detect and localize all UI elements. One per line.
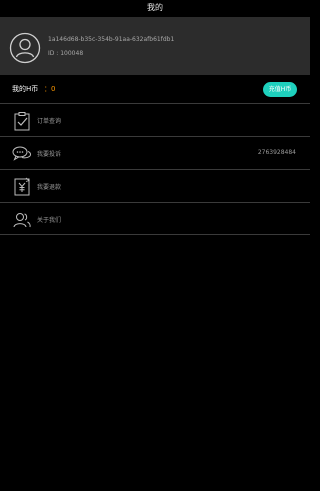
user-avatar-icon xyxy=(9,32,41,64)
menu-item-complaint[interactable]: 我要投诉 2763928484 xyxy=(0,136,310,169)
user-id-text: 1a146d68-b35c-354b-91aa-632afb61fdb1 xyxy=(48,36,175,43)
menu-label-refund: 我要退款 xyxy=(37,184,62,191)
chat-bubbles-icon xyxy=(12,146,32,161)
complaint-contact-number: 2763928484 xyxy=(257,149,296,156)
user-number-text: ID : 100048 xyxy=(48,50,84,57)
menu-item-about[interactable]: 关于我们 xyxy=(0,202,310,235)
coin-value: ：0 xyxy=(44,85,56,93)
coin-label: 我的H币 xyxy=(12,85,39,93)
users-icon xyxy=(13,213,31,228)
page-title: 我的 xyxy=(147,3,163,12)
profile-card[interactable]: 1a146d68-b35c-354b-91aa-632afb61fdb1 ID … xyxy=(0,17,310,75)
top-bar: 我的 xyxy=(0,0,310,17)
recharge-button[interactable]: 充值H币 xyxy=(263,82,297,97)
refund-yen-icon xyxy=(14,177,30,196)
menu-label-about: 关于我们 xyxy=(37,217,62,224)
menu-label-complaint: 我要投诉 xyxy=(37,151,62,158)
clipboard-check-icon xyxy=(14,112,30,131)
menu-item-orders[interactable]: 订单查询 xyxy=(0,103,310,136)
menu-label-orders: 订单查询 xyxy=(37,118,62,125)
coin-balance-row: 我的H币 ：0 充值H币 xyxy=(0,75,310,103)
menu-list: 订单查询 我要投诉 2763928484 我要退款 关于我们 xyxy=(0,103,310,235)
menu-item-refund[interactable]: 我要退款 xyxy=(0,169,310,202)
